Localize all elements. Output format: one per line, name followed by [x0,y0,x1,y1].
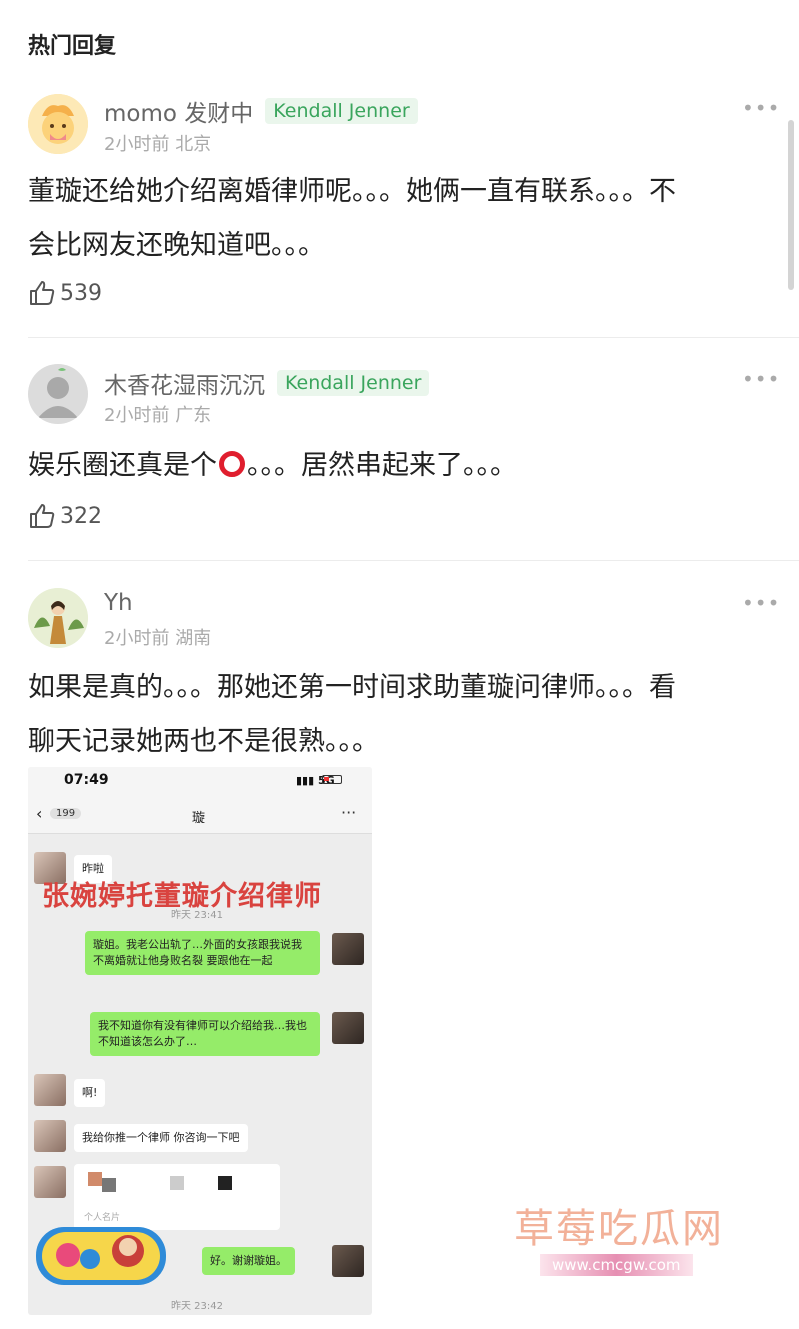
like-button[interactable]: 322 [28,502,102,530]
like-count: 322 [60,503,102,529]
avatar [34,1120,66,1152]
avatar[interactable] [28,364,88,424]
fan-badge[interactable]: Kendall Jenner [277,370,430,396]
username[interactable]: 木香花湿雨沉沉 [104,366,265,400]
like-count: 539 [60,280,102,306]
divider [28,560,799,561]
username[interactable]: momo 发财中 [104,94,253,128]
chat-screenshot-image[interactable]: 07:49 ▮▮▮ 5G ‹ 199 璇 ··· 昨啦 张婉婷托董璇介绍律师 昨… [28,767,372,1315]
show-logo-sticker [36,1227,166,1285]
comment-text-line: 会比网友还晚知道吧。。。 [28,230,325,261]
more-icon: ··· [341,803,357,822]
avatar[interactable] [28,94,88,154]
chat-bubble: 我不知道你有没有律师可以介绍给我…我也不知道该怎么办了… [90,1012,320,1056]
chat-bubble: 璇姐。我老公出轨了…外面的女孩跟我说我不离婚就让他身败名裂 要跟他在一起 [85,931,320,975]
avatar [332,1012,364,1044]
phone-status-bar: 07:49 ▮▮▮ 5G [28,767,372,797]
chat-title: 璇 [192,811,206,826]
chat-bubble: 我给你推一个律师 你咨询一下吧 [74,1124,248,1152]
avatar [34,1074,66,1106]
chat-timestamp: 昨天 23:42 [171,1301,223,1312]
back-icon: ‹ [36,804,43,823]
site-watermark: 草莓吃瓜网 [514,1206,724,1252]
divider [28,337,799,338]
avatar[interactable] [28,588,88,648]
comment-text: 如果是真的。。。那她还第一时间求助董璇问律师。。。看 聊天记录她两也不是很熟。。… [28,661,770,769]
avatar [332,933,364,965]
chat-header: ‹ 199 璇 ··· [28,797,372,834]
comment-text: 娱乐圈还真是个 。。。居然串起来了。。。 [28,439,770,493]
section-title: 热门回复 [28,34,117,59]
username[interactable]: Yh [104,590,133,616]
comment-location: 湖南 [175,628,212,649]
more-icon[interactable]: ••• [742,96,780,120]
more-icon[interactable]: ••• [742,367,780,391]
more-icon[interactable]: ••• [742,591,780,615]
chat-timestamp: 昨天 23:41 [171,910,223,921]
comment-time: 2小时前 [104,134,170,155]
comment-text-line: 董璇还给她介绍离婚律师呢。。。她俩一直有联系。。。不 [28,176,676,207]
scrollbar[interactable] [788,120,794,290]
site-watermark-url: www.cmcgw.com [540,1254,693,1276]
comment-text-after: 。。。居然串起来了。。。 [247,450,517,481]
comment-meta: 2小时前 广东 [104,401,211,427]
comment-time: 2小时前 [104,628,170,649]
comment-meta: 2小时前 北京 [104,130,211,156]
chat-bubble: 好。谢谢璇姐。 [202,1247,295,1275]
like-button[interactable]: 539 [28,279,102,307]
avatar [34,1166,66,1198]
avatar [332,1245,364,1277]
red-circle-emoji-icon [219,451,245,477]
comment-text: 董璇还给她介绍离婚律师呢。。。她俩一直有联系。。。不 会比网友还晚知道吧。。。 [28,165,770,273]
comment-text-before: 娱乐圈还真是个 [28,450,217,481]
comment-location: 广东 [175,405,212,426]
comment-text-line: 聊天记录她两也不是很熟。。。 [28,726,379,757]
unread-count: 199 [50,808,82,819]
comment-time: 2小时前 [104,405,170,426]
thumbs-up-icon [30,504,55,528]
comment-location: 北京 [175,134,212,155]
comment-meta: 2小时前 湖南 [104,624,211,650]
thumbs-up-icon [30,281,55,305]
battery-icon [322,775,342,784]
comment-text-line: 如果是真的。。。那她还第一时间求助董璇问律师。。。看 [28,672,676,703]
status-time: 07:49 [64,772,109,788]
fan-badge[interactable]: Kendall Jenner [265,98,418,124]
chat-bubble: 啊! [74,1079,106,1107]
